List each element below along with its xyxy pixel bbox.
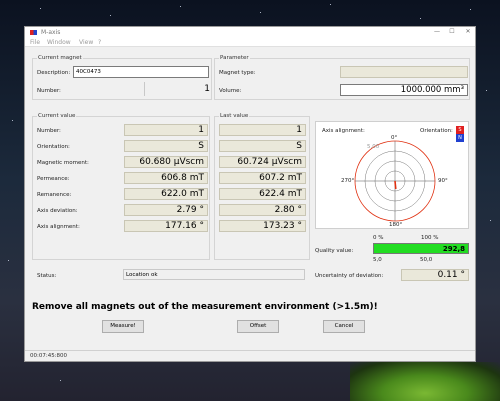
current-magnetic-moment-value: 60.680 µVscm	[124, 156, 208, 168]
app-window: M-axis — ☐ ✕ File Window View ? Current …	[24, 26, 476, 362]
remanence-label: Remanence:	[37, 192, 72, 198]
current-value-title: Current value	[37, 113, 77, 119]
last-permeance-value: 607.2 mT	[219, 172, 306, 184]
magnet-type-label: Magnet type:	[219, 70, 256, 76]
number-label: Number:	[37, 88, 61, 94]
close-icon[interactable]: ✕	[463, 28, 473, 36]
status-label: Status:	[37, 273, 57, 279]
cancel-button[interactable]: Cancel	[323, 320, 365, 333]
current-permeance-value: 606.8 mT	[124, 172, 208, 184]
quality-scale-5: 5,0	[373, 257, 382, 263]
quality-scale-50: 50,0	[420, 257, 433, 263]
magnet-number-value: 1	[204, 84, 210, 94]
current-axis-alignment-value: 177.16 °	[124, 220, 208, 232]
axis-deviation-label: Axis deviation:	[37, 208, 78, 214]
quality-bar: 292,8	[373, 243, 469, 254]
deviation-needle	[394, 180, 397, 190]
quality-bar-value: 292,8	[442, 245, 465, 253]
permeance-label: Permeance:	[37, 176, 70, 182]
menu-view[interactable]: View	[79, 39, 93, 46]
axis-label-180: 180°	[389, 222, 403, 228]
current-magnet-title: Current magnet	[37, 55, 83, 61]
window-title: M-axis	[41, 29, 61, 36]
last-orientation-value: S	[219, 140, 306, 152]
current-value-group: Current value Number: 1 Orientation: S M…	[32, 113, 210, 260]
current-number-value: 1	[124, 124, 208, 136]
current-remanence-value: 622.0 mT	[124, 188, 208, 200]
magnet-type-field	[340, 66, 468, 78]
current-axis-deviation-value: 2.79 °	[124, 204, 208, 216]
description-field[interactable]: 40C0473	[73, 66, 209, 78]
uncertainty-label: Uncertainty of deviation:	[315, 273, 384, 279]
background-tent	[350, 362, 500, 401]
last-magnetic-moment-value: 60.724 µVscm	[219, 156, 306, 168]
status-bar: 00:07:45:800	[25, 350, 475, 361]
title-bar: M-axis — ☐ ✕	[25, 27, 475, 38]
elapsed-time: 00:07:45:800	[30, 353, 68, 359]
magnetic-moment-label: Magnetic moment:	[37, 160, 89, 166]
ring-scale-label: 5,00	[367, 144, 380, 150]
orientation-label: Orientation:	[37, 144, 70, 150]
divider	[144, 82, 145, 96]
quality-value-label: Quality value:	[315, 248, 354, 254]
quality-scale-100: 100 %	[421, 235, 439, 241]
minimize-icon[interactable]: —	[432, 28, 442, 36]
last-remanence-value: 622.4 mT	[219, 188, 306, 200]
warning-message: Remove all magnets out of the measuremen…	[32, 302, 378, 312]
last-number-value: 1	[219, 124, 306, 136]
measure-button[interactable]: Measure!	[102, 320, 144, 333]
quality-scale-0: 0 %	[373, 235, 384, 241]
parameter-title: Parameter	[219, 55, 250, 61]
menu-help[interactable]: ?	[98, 39, 101, 46]
last-axis-alignment-value: 173.23 °	[219, 220, 306, 232]
volume-label: Volume:	[219, 88, 242, 94]
menu-bar: File Window View ?	[25, 38, 475, 47]
description-label: Description:	[37, 70, 71, 76]
app-icon	[30, 30, 37, 35]
axis-alignment-label: Axis alignment:	[37, 224, 80, 230]
status-field: Location ok	[123, 269, 305, 280]
uncertainty-value: 0.11 °	[401, 269, 469, 281]
menu-file[interactable]: File	[30, 39, 40, 46]
maximize-icon[interactable]: ☐	[447, 28, 457, 36]
current-magnet-group: Current magnet Description: 40C0473 Numb…	[32, 55, 212, 100]
axis-label-270: 270°	[341, 178, 355, 184]
axis-label-90: 90°	[438, 178, 448, 184]
menu-window[interactable]: Window	[47, 39, 71, 46]
offset-button[interactable]: Offset	[237, 320, 279, 333]
axis-label-0: 0°	[391, 135, 398, 141]
last-value-title: Last value	[219, 113, 250, 119]
number-row-label: Number:	[37, 128, 61, 134]
last-axis-deviation-value: 2.80 °	[219, 204, 306, 216]
volume-field[interactable]: 1000.000 mm³	[340, 84, 468, 96]
last-value-group: Last value 1 S 60.724 µVscm 607.2 mT 622…	[214, 113, 310, 260]
axis-alignment-panel: Axis alignment: Orientation: S N 0° 90° …	[315, 121, 469, 229]
current-orientation-value: S	[124, 140, 208, 152]
parameter-group: Parameter Magnet type: Volume: 1000.000 …	[214, 55, 470, 100]
